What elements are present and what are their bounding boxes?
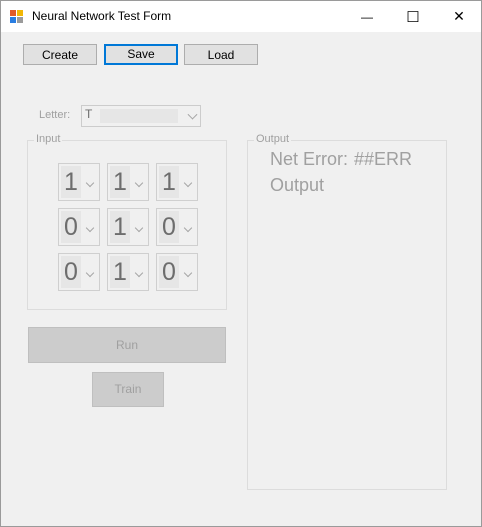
- close-button[interactable]: ✕: [436, 1, 481, 32]
- chevron-down-icon: [85, 178, 95, 188]
- chevron-down-icon: [183, 178, 193, 188]
- input-cell[interactable]: 1: [58, 163, 100, 201]
- chevron-down-icon: [183, 268, 193, 278]
- train-button[interactable]: Train: [92, 372, 164, 407]
- title-bar[interactable]: Neural Network Test Form — ☐ ✕: [1, 1, 481, 32]
- input-cell[interactable]: 1: [107, 163, 149, 201]
- output-group-title: Output: [254, 133, 292, 145]
- input-cell[interactable]: 1: [107, 208, 149, 246]
- main-window: Neural Network Test Form — ☐ ✕ Create Sa…: [0, 0, 482, 527]
- input-cell[interactable]: 0: [156, 253, 198, 291]
- letter-select[interactable]: T: [81, 105, 201, 127]
- input-cell[interactable]: 0: [156, 208, 198, 246]
- minimize-button[interactable]: —: [344, 1, 390, 32]
- app-icon: [10, 9, 26, 25]
- input-cell[interactable]: 0: [58, 253, 100, 291]
- maximize-button[interactable]: ☐: [390, 1, 436, 32]
- chevron-down-icon: [183, 223, 193, 233]
- create-button[interactable]: Create: [23, 44, 97, 65]
- letter-label: Letter:: [39, 109, 71, 121]
- output-label: Output: [270, 175, 325, 195]
- input-cell[interactable]: 1: [156, 163, 198, 201]
- close-icon: ✕: [453, 8, 465, 24]
- save-button[interactable]: Save: [104, 44, 178, 65]
- chevron-down-icon: [85, 268, 95, 278]
- chevron-down-icon: [134, 223, 144, 233]
- chevron-down-icon: [187, 109, 198, 120]
- input-cell[interactable]: 0: [58, 208, 100, 246]
- input-cell[interactable]: 1: [107, 253, 149, 291]
- letter-value: T: [85, 107, 93, 121]
- minimize-icon: —: [361, 9, 373, 24]
- input-group-title: Input: [34, 133, 63, 145]
- window-title: Neural Network Test Form: [32, 9, 172, 23]
- maximize-icon: ☐: [406, 8, 420, 26]
- run-button[interactable]: Run: [28, 327, 226, 363]
- chevron-down-icon: [85, 223, 95, 233]
- chevron-down-icon: [134, 268, 144, 278]
- chevron-down-icon: [134, 178, 144, 188]
- load-button[interactable]: Load: [184, 44, 258, 65]
- net-error-value: ##ERR: [354, 149, 413, 169]
- net-error-label: Net Error:: [270, 149, 349, 169]
